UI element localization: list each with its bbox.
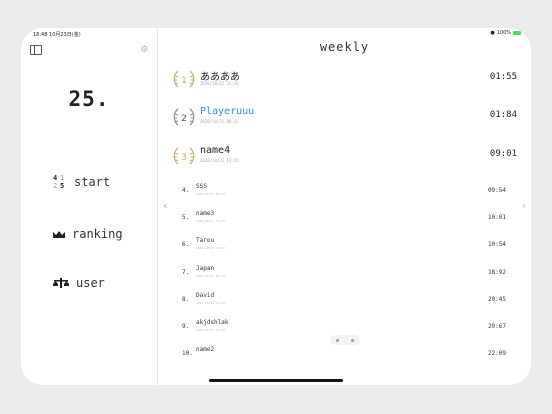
rank-number: 5. — [182, 214, 190, 221]
laurel-silver-icon: 2 — [173, 108, 195, 126]
sidebar-item-user[interactable]: user — [53, 276, 105, 290]
sidebar-item-label: user — [76, 276, 105, 290]
record-date: 2020/10/21 00:13 — [196, 192, 225, 196]
page-indicator[interactable] — [330, 335, 360, 345]
player-name: SSS — [196, 183, 207, 190]
record-time: 18:92 — [487, 269, 506, 276]
page-dot — [336, 338, 339, 342]
record-time: 09:01 — [489, 149, 517, 159]
icon-digit: 2 — [53, 182, 58, 190]
sidebar-item-start[interactable]: 4 1 2 5 start — [53, 174, 110, 190]
record-time: 10:54 — [487, 241, 506, 248]
sidebar-item-label: ranking — [72, 227, 123, 241]
ipad-screen: 18:48 10月23日(金) ● 100% ⚙ 25. 4 1 2 5 sta… — [21, 28, 531, 385]
table-row[interactable]: 10. name2 22:09 — [182, 346, 506, 368]
record-date: 2020/10/21 00:41 — [200, 119, 239, 124]
icon-digit: 5 — [60, 182, 65, 190]
laurel-bronze-icon: 3 — [173, 147, 195, 165]
rank-number: 3 — [181, 153, 187, 163]
record-time: 10:01 — [487, 214, 506, 221]
rank-number: 6. — [182, 241, 190, 248]
table-row[interactable]: 7. Japan 2020/10/21 00:21 18:92 — [182, 265, 506, 287]
chevron-left-icon[interactable]: ‹ — [162, 199, 169, 212]
record-time: 22:09 — [487, 350, 506, 357]
sidebar-item-ranking[interactable]: ranking — [53, 227, 123, 241]
table-row[interactable]: 5. name3 2020/10/21 11:00 10:01 — [182, 210, 506, 232]
ranking-row-top[interactable]: 1 ああああ 2020/10/22 22:33 01:55 — [172, 68, 517, 94]
record-date: 2020/10/21 11:00 — [196, 219, 225, 223]
player-name: name2 — [196, 346, 215, 353]
page-dot — [351, 338, 354, 342]
record-date: 2020/10/21 12:00 — [196, 246, 225, 250]
rank-number: 4. — [182, 187, 190, 194]
icon-digit: 4 — [53, 174, 58, 182]
table-row[interactable]: 8. David 2020/10/21 11:00 20:45 — [182, 292, 506, 314]
grid-numbers-icon: 4 1 2 5 — [53, 174, 67, 190]
table-row[interactable]: 6. Tarou 2020/10/21 12:00 10:54 — [182, 237, 506, 259]
record-date: 2020/10/22 22:33 — [200, 81, 239, 86]
rank-number: 10. — [182, 350, 193, 357]
player-name: akjdshlak — [196, 319, 229, 326]
rank-number: 7. — [182, 269, 190, 276]
record-date: 2020/10/21 11:00 — [196, 328, 225, 332]
table-row[interactable]: 4. SSS 2020/10/21 00:13 09:54 — [182, 183, 506, 205]
chevron-right-icon[interactable]: › — [520, 199, 527, 212]
rank-number: 2 — [181, 114, 187, 124]
player-name: Playeruuu — [200, 106, 255, 117]
record-time: 01:55 — [489, 72, 517, 82]
record-date: 2020/10/21 00:21 — [196, 274, 225, 278]
gear-icon[interactable]: ⚙ — [141, 42, 148, 55]
record-date: 2020/10/21 13:45 — [200, 158, 239, 163]
record-time: 20:45 — [487, 296, 506, 303]
ranking-row-top[interactable]: 3 name4 2020/10/21 13:45 09:01 — [172, 145, 517, 171]
player-name: Tarou — [196, 237, 215, 244]
record-date: 2020/10/21 11:00 — [196, 301, 225, 305]
laurel-gold-icon: 1 — [173, 70, 195, 88]
rank-number: 8. — [182, 296, 190, 303]
scales-icon — [53, 278, 69, 288]
player-name: name3 — [196, 210, 215, 217]
best-score: 25. — [68, 87, 110, 111]
ranking-row-top[interactable]: 2 Playeruuu 2020/10/21 00:41 01:84 — [172, 106, 517, 132]
rank-number: 1 — [181, 76, 187, 86]
player-name: Japan — [196, 265, 215, 272]
player-name: name4 — [200, 145, 231, 156]
rank-number: 9. — [182, 323, 190, 330]
icon-digit: 1 — [60, 174, 65, 182]
sidebar: ⚙ 25. 4 1 2 5 start ranking user — [21, 28, 158, 385]
crown-icon — [53, 230, 65, 238]
sidebar-item-label: start — [74, 175, 111, 189]
record-time: 09:54 — [487, 187, 506, 194]
player-name: David — [196, 292, 215, 299]
ranking-panel: weekly ‹ › 1 ああああ 2020/10/22 22:33 01:55… — [158, 28, 531, 385]
record-time: 20:67 — [487, 323, 506, 330]
page-title: weekly — [319, 40, 370, 54]
home-indicator[interactable] — [209, 379, 343, 382]
record-time: 01:84 — [489, 110, 517, 120]
sidebar-toggle-icon[interactable] — [30, 45, 42, 55]
